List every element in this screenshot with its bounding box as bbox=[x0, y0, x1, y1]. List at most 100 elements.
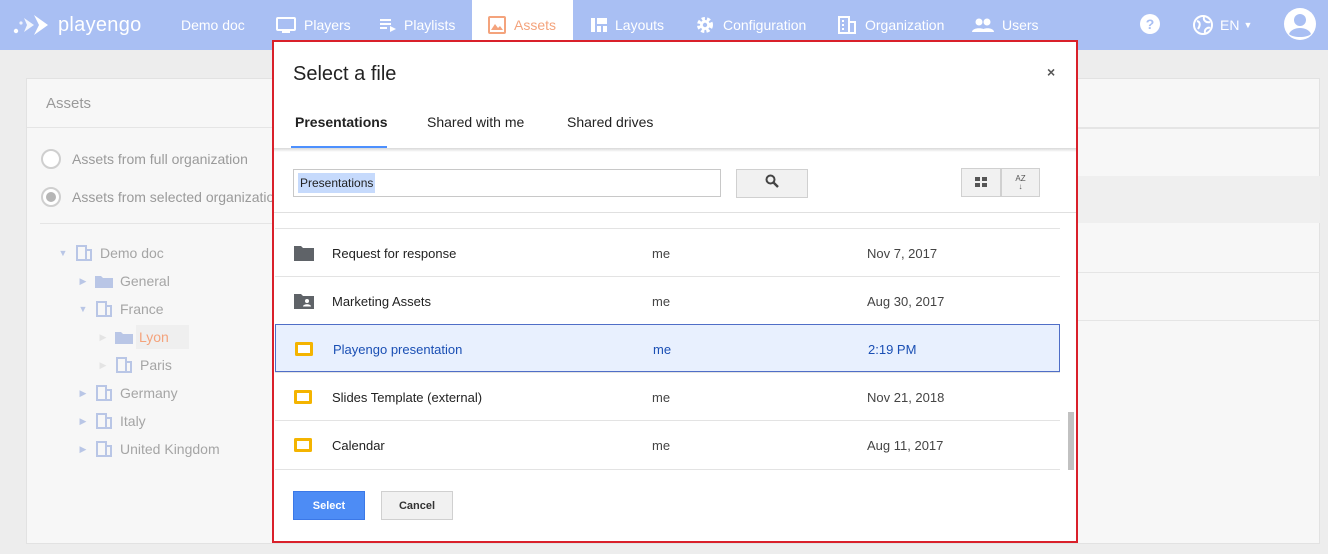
radio-button[interactable] bbox=[41, 149, 61, 169]
playengo-logo-icon bbox=[13, 15, 48, 35]
radio-full-organization[interactable]: Assets from full organization bbox=[41, 149, 248, 169]
grid-view-button[interactable] bbox=[961, 168, 1001, 197]
nav-label: Playlists bbox=[404, 17, 456, 33]
search-button[interactable] bbox=[736, 169, 808, 198]
language-selector[interactable]: EN ▼ bbox=[1193, 0, 1252, 50]
globe-icon bbox=[1193, 15, 1213, 35]
search-input[interactable]: Presentations bbox=[293, 169, 721, 197]
tree-item-germany[interactable]: ▶ Germany bbox=[77, 382, 178, 404]
monitor-icon bbox=[276, 16, 296, 34]
radio-button-checked[interactable] bbox=[41, 187, 61, 207]
background-row-divider bbox=[1076, 320, 1320, 321]
sort-arrow-icon: ↓ bbox=[1018, 181, 1023, 191]
playlist-icon bbox=[380, 16, 396, 34]
tree-item-paris[interactable]: ▶ Paris bbox=[97, 354, 172, 376]
caret-down-icon[interactable]: ▼ bbox=[77, 304, 89, 314]
file-row[interactable]: Calendar me Aug 11, 2017 bbox=[275, 420, 1060, 470]
tab-shared-drives[interactable]: Shared drives bbox=[567, 114, 653, 130]
help-icon: ? bbox=[1139, 13, 1161, 38]
folder-icon bbox=[294, 245, 314, 261]
building-icon bbox=[95, 385, 113, 401]
folder-icon bbox=[115, 329, 133, 345]
file-date: 2:19 PM bbox=[868, 342, 917, 357]
file-owner: me bbox=[652, 294, 671, 309]
grid-view-icon bbox=[975, 174, 987, 192]
nav-label: Players bbox=[304, 17, 351, 33]
tab-presentations[interactable]: Presentations bbox=[295, 114, 388, 130]
tree-label-selected: Lyon bbox=[136, 325, 189, 349]
nav-label: Assets bbox=[514, 17, 557, 33]
building-icon bbox=[75, 245, 93, 261]
grid-layout-icon bbox=[591, 16, 607, 34]
tree-item-demo-doc[interactable]: ▼ Demo doc bbox=[57, 242, 164, 264]
radio-label: Assets from selected organizatio bbox=[72, 189, 275, 205]
tree-item-lyon[interactable]: ▶ Lyon bbox=[97, 324, 189, 350]
search-icon bbox=[765, 174, 779, 193]
panel-title: Assets bbox=[46, 95, 92, 112]
background-row-band bbox=[1076, 176, 1320, 223]
file-row[interactable]: Marketing Assets me Aug 30, 2017 bbox=[275, 276, 1060, 324]
file-row[interactable]: Slides Template (external) me Nov 21, 20… bbox=[275, 372, 1060, 420]
file-row[interactable]: Request for response me Nov 7, 2017 bbox=[275, 228, 1060, 276]
slides-icon bbox=[294, 389, 314, 405]
file-owner: me bbox=[653, 342, 672, 357]
building-icon bbox=[115, 357, 133, 373]
background-row-divider bbox=[1076, 272, 1320, 273]
caret-right-icon[interactable]: ▶ bbox=[77, 276, 89, 287]
file-name: Marketing Assets bbox=[332, 294, 431, 309]
brand-logo[interactable]: playengo bbox=[12, 12, 142, 38]
building-icon bbox=[95, 441, 113, 457]
file-date: Aug 11, 2017 bbox=[867, 438, 944, 453]
tree-label: Paris bbox=[140, 357, 172, 373]
caret-right-icon[interactable]: ▶ bbox=[77, 444, 89, 455]
radio-label: Assets from full organization bbox=[72, 151, 248, 167]
file-picker-dialog: Select a file × Presentations Shared wit… bbox=[274, 42, 1076, 541]
radio-selected-organization[interactable]: Assets from selected organizatio bbox=[41, 187, 274, 207]
building-icon bbox=[95, 301, 113, 317]
file-name: Request for response bbox=[332, 246, 457, 261]
search-divider bbox=[274, 212, 1076, 213]
caret-right-icon[interactable]: ▶ bbox=[77, 416, 89, 427]
caret-right-icon[interactable]: ▶ bbox=[77, 388, 89, 399]
slides-icon bbox=[294, 437, 314, 453]
users-icon bbox=[972, 16, 994, 34]
building-icon bbox=[95, 413, 113, 429]
cancel-button[interactable]: Cancel bbox=[381, 491, 453, 520]
close-icon[interactable]: × bbox=[1047, 64, 1055, 80]
tree-label: United Kingdom bbox=[120, 441, 220, 457]
search-filter-chip[interactable]: Presentations bbox=[298, 173, 376, 193]
caret-down-icon[interactable]: ▼ bbox=[57, 248, 69, 258]
file-owner: me bbox=[652, 246, 671, 261]
tree-item-general[interactable]: ▶ General bbox=[77, 270, 170, 292]
nav-label: Organization bbox=[865, 17, 945, 33]
file-name: Playengo presentation bbox=[333, 342, 463, 357]
brand-name: playengo bbox=[58, 13, 142, 36]
file-list: Request for response me Nov 7, 2017 Mark… bbox=[274, 228, 1068, 470]
file-name: Calendar bbox=[332, 438, 385, 453]
file-name: Slides Template (external) bbox=[332, 390, 483, 405]
file-owner: me bbox=[652, 438, 671, 453]
tree-divider bbox=[40, 223, 280, 224]
nav-demo-doc[interactable]: Demo doc bbox=[181, 0, 245, 50]
caret-right-icon: ▶ bbox=[99, 359, 107, 370]
sort-button[interactable]: AZ ↓ bbox=[1001, 168, 1040, 197]
tree-label: Italy bbox=[120, 413, 146, 429]
help-button[interactable]: ? bbox=[1139, 0, 1161, 50]
tab-shared-with-me[interactable]: Shared with me bbox=[427, 114, 524, 130]
list-scrollbar[interactable] bbox=[1068, 412, 1074, 470]
file-row-selected[interactable]: Playengo presentation me 2:19 PM bbox=[275, 324, 1060, 372]
building-icon bbox=[837, 16, 857, 34]
slides-icon bbox=[295, 341, 315, 357]
tree-item-france[interactable]: ▼ France bbox=[77, 298, 164, 320]
tree-item-italy[interactable]: ▶ Italy bbox=[77, 410, 146, 432]
caret-down-icon: ▼ bbox=[1243, 20, 1253, 30]
tree-item-united-kingdom[interactable]: ▶ United Kingdom bbox=[77, 438, 220, 460]
tree-label: General bbox=[120, 273, 170, 289]
account-circle-icon bbox=[1283, 7, 1317, 44]
account-button[interactable] bbox=[1283, 0, 1317, 50]
file-date: Aug 30, 2017 bbox=[867, 294, 945, 309]
select-button[interactable]: Select bbox=[293, 491, 365, 520]
sort-az-icon: AZ ↓ bbox=[1015, 174, 1025, 191]
nav-label: Users bbox=[1002, 17, 1039, 33]
image-icon bbox=[488, 16, 506, 34]
